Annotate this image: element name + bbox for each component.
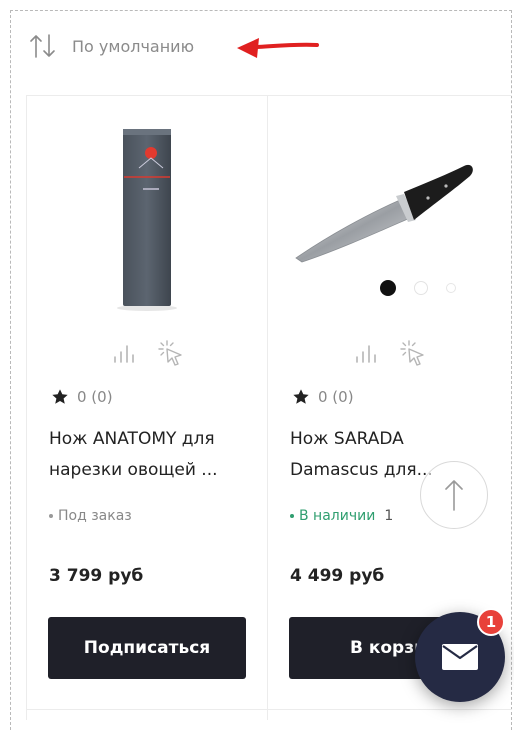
sort-control[interactable]: По умолчанию	[28, 32, 194, 60]
arrow-up-icon	[445, 480, 463, 511]
product-price: 3 799 руб	[49, 566, 144, 586]
carousel-dot[interactable]	[414, 281, 428, 295]
product-name[interactable]: Нож ANATOMY для нарезки овощей ...	[49, 424, 254, 486]
stock-status: Под заказ	[49, 508, 132, 524]
rating: 0 (0)	[51, 388, 113, 406]
grid-divider	[26, 709, 512, 710]
subscribe-button[interactable]: Подписаться	[48, 617, 246, 679]
quick-view-icon[interactable]	[155, 338, 185, 368]
carousel-dot[interactable]	[446, 283, 456, 293]
quick-view-icon[interactable]	[397, 338, 427, 368]
product-price: 4 499 руб	[290, 566, 385, 586]
rating-value: 0 (0)	[77, 388, 113, 406]
compare-icon[interactable]	[111, 338, 141, 368]
star-icon	[52, 389, 68, 404]
scroll-to-top-button[interactable]	[420, 461, 488, 529]
mail-icon	[442, 644, 478, 670]
compare-icon[interactable]	[353, 338, 383, 368]
carousel-dot[interactable]	[380, 280, 396, 296]
star-icon	[293, 389, 309, 404]
rating: 0 (0)	[292, 388, 354, 406]
notification-badge: 1	[477, 608, 505, 636]
annotation-arrow-icon	[237, 38, 319, 58]
card-actions	[111, 338, 185, 368]
sort-arrows-icon	[30, 34, 55, 58]
card-actions	[353, 338, 427, 368]
sort-label: По умолчанию	[72, 36, 195, 56]
image-carousel-dots	[380, 280, 456, 296]
rating-value: 0 (0)	[318, 388, 354, 406]
stock-quantity: 1	[384, 508, 394, 524]
product-image[interactable]	[27, 96, 267, 316]
product-card[interactable]: 0 (0) Нож ANATOMY для нарезки овощей ...…	[27, 96, 267, 709]
stock-status: В наличии 1	[290, 508, 393, 524]
